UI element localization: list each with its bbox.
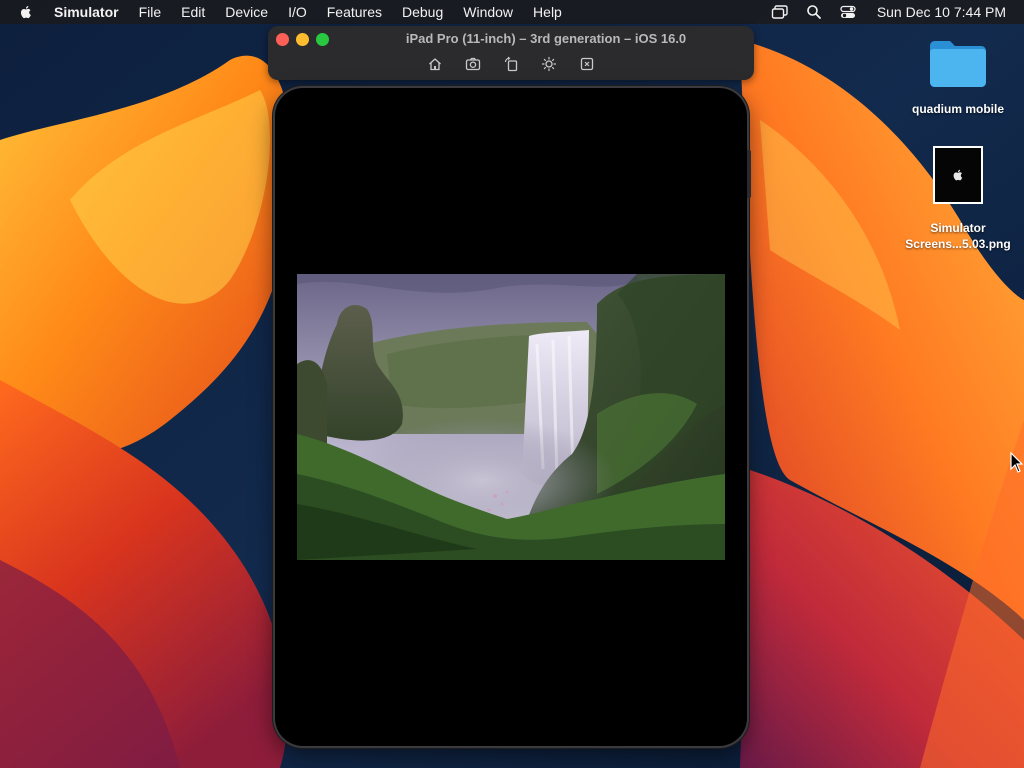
appearance-icon [541, 56, 557, 72]
menu-io[interactable]: I/O [278, 0, 317, 24]
appearance-button[interactable] [538, 55, 560, 73]
device-side-button[interactable] [747, 150, 751, 198]
waterfall-landscape-image [297, 274, 725, 560]
menu-edit[interactable]: Edit [171, 0, 215, 24]
file-label-line1: Simulator [930, 221, 986, 235]
spotlight-search-icon[interactable] [805, 4, 823, 20]
menu-help[interactable]: Help [523, 0, 572, 24]
file-thumbnail [933, 146, 983, 204]
window-close-button[interactable] [276, 33, 289, 46]
home-button[interactable] [424, 55, 446, 73]
waterfall-photo[interactable] [297, 274, 725, 560]
control-center-icon[interactable] [839, 4, 857, 20]
menu-device[interactable]: Device [215, 0, 278, 24]
simulator-window-titlebar[interactable]: iPad Pro (11-inch) – 3rd generation – iO… [268, 26, 754, 80]
menu-bar-clock[interactable]: Sun Dec 10 7:44 PM [877, 4, 1006, 20]
apple-logo-icon [953, 169, 963, 181]
apple-menu-icon[interactable] [18, 4, 34, 20]
rotate-button[interactable] [500, 55, 522, 73]
shake-button[interactable] [576, 55, 598, 73]
rotate-icon [504, 56, 518, 72]
window-zoom-button[interactable] [316, 33, 329, 46]
screenshot-button[interactable] [462, 55, 484, 73]
home-icon [429, 58, 441, 71]
menu-file[interactable]: File [129, 0, 172, 24]
menu-features[interactable]: Features [317, 0, 392, 24]
file-label: Simulator Screens...5.03.png [896, 220, 1020, 252]
simulator-window-title: iPad Pro (11-inch) – 3rd generation – iO… [405, 31, 687, 46]
desktop-folder-quadium-mobile[interactable]: quadium mobile [900, 38, 1016, 116]
window-minimize-button[interactable] [296, 33, 309, 46]
shake-icon [580, 57, 594, 71]
file-label-line2: Screens...5.03.png [905, 237, 1011, 251]
folder-label: quadium mobile [911, 102, 1004, 116]
menu-debug[interactable]: Debug [392, 0, 453, 24]
desktop-file-simulator-screenshot[interactable]: Simulator Screens...5.03.png [896, 146, 1020, 252]
screen-mirroring-icon[interactable] [771, 4, 789, 20]
mouse-pointer-icon [1010, 452, 1024, 473]
folder-icon [930, 41, 986, 87]
menu-app-simulator[interactable]: Simulator [46, 0, 129, 24]
simulator-toolbar [268, 54, 754, 74]
screenshot-icon [465, 57, 481, 71]
menu-window[interactable]: Window [453, 0, 523, 24]
menu-bar: Simulator File Edit Device I/O Features … [0, 0, 1024, 24]
